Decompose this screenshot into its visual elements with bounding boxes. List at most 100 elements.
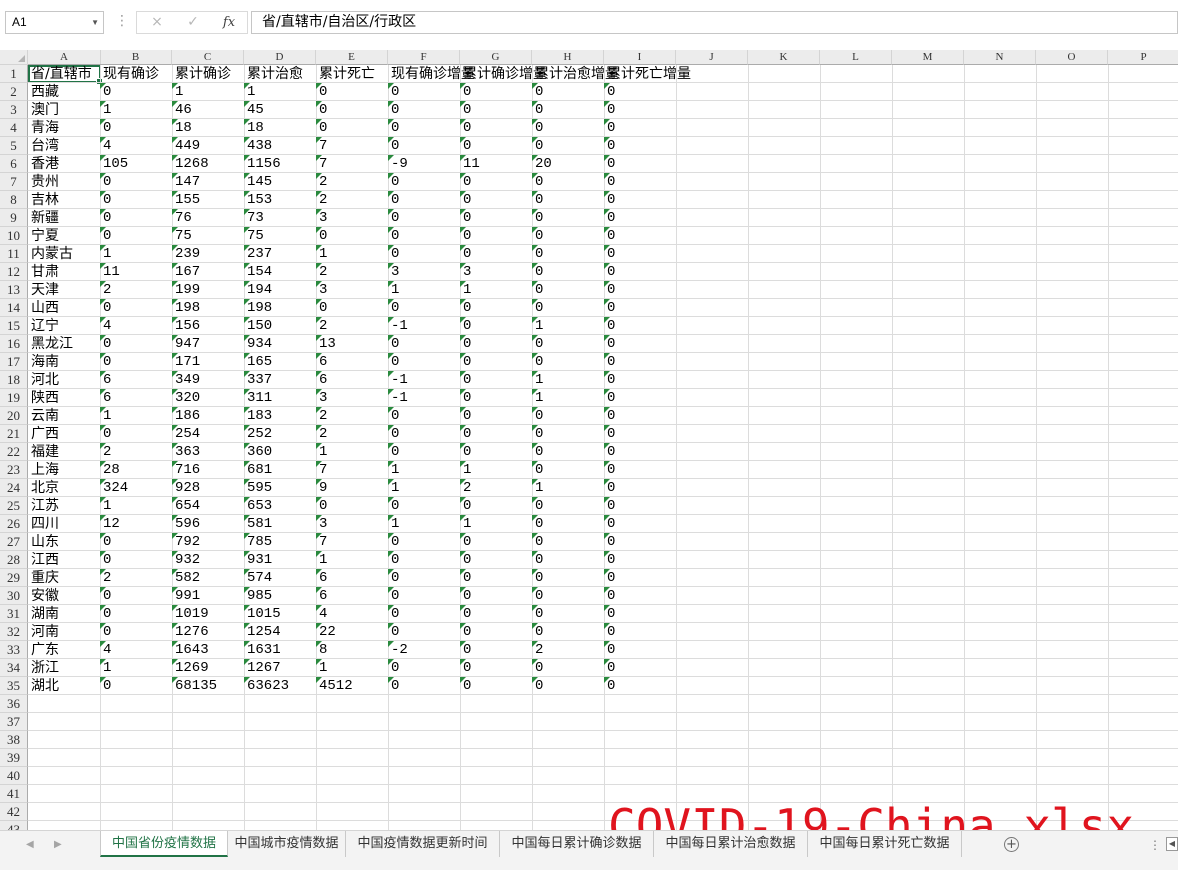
- row-header-24[interactable]: 24: [0, 479, 28, 497]
- cell-a12[interactable]: 甘肃: [28, 263, 59, 281]
- cell-i35[interactable]: 0: [604, 677, 615, 695]
- cell-i17[interactable]: 0: [604, 353, 615, 371]
- cell-d7[interactable]: 145: [244, 173, 272, 191]
- row-header-36[interactable]: 36: [0, 695, 28, 713]
- cell-g6[interactable]: 11: [460, 155, 480, 173]
- cell-a5[interactable]: 台湾: [28, 137, 59, 155]
- cell-g3[interactable]: 0: [460, 101, 471, 119]
- cell-a27[interactable]: 山东: [28, 533, 59, 551]
- row-header-40[interactable]: 40: [0, 767, 28, 785]
- row-header-39[interactable]: 39: [0, 749, 28, 767]
- cell-a24[interactable]: 北京: [28, 479, 59, 497]
- cell-a4[interactable]: 青海: [28, 119, 59, 137]
- cell-f32[interactable]: 0: [388, 623, 399, 641]
- cell-f21[interactable]: 0: [388, 425, 399, 443]
- cell-b17[interactable]: 0: [100, 353, 111, 371]
- cell-g26[interactable]: 1: [460, 515, 471, 533]
- cell-c27[interactable]: 792: [172, 533, 200, 551]
- cell-d16[interactable]: 934: [244, 335, 272, 353]
- cell-c35[interactable]: 68135: [172, 677, 217, 695]
- cell-b24[interactable]: 324: [100, 479, 128, 497]
- cell-d17[interactable]: 165: [244, 353, 272, 371]
- cell-e7[interactable]: 2: [316, 173, 327, 191]
- cell-g2[interactable]: 0: [460, 83, 471, 101]
- row-header-6[interactable]: 6: [0, 155, 28, 173]
- cell-a11[interactable]: 内蒙古: [28, 245, 73, 263]
- column-header-b[interactable]: B: [100, 50, 172, 65]
- cell-e14[interactable]: 0: [316, 299, 327, 317]
- sheet-tab-3[interactable]: 中国疫情数据更新时间: [346, 831, 500, 857]
- cell-d5[interactable]: 438: [244, 137, 272, 155]
- row-header-27[interactable]: 27: [0, 533, 28, 551]
- cell-e20[interactable]: 2: [316, 407, 327, 425]
- row-header-18[interactable]: 18: [0, 371, 28, 389]
- column-header-c[interactable]: C: [172, 50, 244, 65]
- cell-e10[interactable]: 0: [316, 227, 327, 245]
- cell-d12[interactable]: 154: [244, 263, 272, 281]
- cell-f23[interactable]: 1: [388, 461, 399, 479]
- row-header-16[interactable]: 16: [0, 335, 28, 353]
- cell-f19[interactable]: -1: [388, 389, 408, 407]
- cancel-icon[interactable]: ×: [145, 12, 169, 33]
- cell-g19[interactable]: 0: [460, 389, 471, 407]
- cell-e29[interactable]: 6: [316, 569, 327, 587]
- insert-function-button[interactable]: fx: [217, 12, 241, 33]
- name-box[interactable]: A1 ▼: [5, 11, 104, 34]
- cell-c11[interactable]: 239: [172, 245, 200, 263]
- cell-i29[interactable]: 0: [604, 569, 615, 587]
- cell-a19[interactable]: 陕西: [28, 389, 59, 407]
- row-header-42[interactable]: 42: [0, 803, 28, 821]
- cell-b6[interactable]: 105: [100, 155, 128, 173]
- cell-e23[interactable]: 7: [316, 461, 327, 479]
- cell-a26[interactable]: 四川: [28, 515, 59, 533]
- cell-e3[interactable]: 0: [316, 101, 327, 119]
- cell-f6[interactable]: -9: [388, 155, 408, 173]
- cell-i4[interactable]: 0: [604, 119, 615, 137]
- cell-b34[interactable]: 1: [100, 659, 111, 677]
- cell-a9[interactable]: 新疆: [28, 209, 59, 227]
- column-header-h[interactable]: H: [532, 50, 604, 65]
- cell-b1[interactable]: 现有确诊: [100, 65, 159, 83]
- cell-g29[interactable]: 0: [460, 569, 471, 587]
- row-header-10[interactable]: 10: [0, 227, 28, 245]
- cell-c3[interactable]: 46: [172, 101, 192, 119]
- cell-b35[interactable]: 0: [100, 677, 111, 695]
- cell-c13[interactable]: 199: [172, 281, 200, 299]
- cell-e30[interactable]: 6: [316, 587, 327, 605]
- cell-g11[interactable]: 0: [460, 245, 471, 263]
- cell-h10[interactable]: 0: [532, 227, 543, 245]
- cell-a20[interactable]: 云南: [28, 407, 59, 425]
- row-header-30[interactable]: 30: [0, 587, 28, 605]
- cell-h5[interactable]: 0: [532, 137, 543, 155]
- select-all-corner[interactable]: [0, 50, 28, 65]
- cell-e31[interactable]: 4: [316, 605, 327, 623]
- cell-c19[interactable]: 320: [172, 389, 200, 407]
- cell-e4[interactable]: 0: [316, 119, 327, 137]
- row-header-37[interactable]: 37: [0, 713, 28, 731]
- cell-h2[interactable]: 0: [532, 83, 543, 101]
- cell-d9[interactable]: 73: [244, 209, 264, 227]
- cell-c31[interactable]: 1019: [172, 605, 209, 623]
- cell-e11[interactable]: 1: [316, 245, 327, 263]
- cell-h31[interactable]: 0: [532, 605, 543, 623]
- cell-e16[interactable]: 13: [316, 335, 336, 353]
- cell-a28[interactable]: 江西: [28, 551, 59, 569]
- cell-d21[interactable]: 252: [244, 425, 272, 443]
- row-header-35[interactable]: 35: [0, 677, 28, 695]
- cell-c9[interactable]: 76: [172, 209, 192, 227]
- cell-h25[interactable]: 0: [532, 497, 543, 515]
- cell-c17[interactable]: 171: [172, 353, 200, 371]
- cell-g15[interactable]: 0: [460, 317, 471, 335]
- cell-b12[interactable]: 11: [100, 263, 120, 281]
- cell-d3[interactable]: 45: [244, 101, 264, 119]
- cell-a23[interactable]: 上海: [28, 461, 59, 479]
- cell-i2[interactable]: 0: [604, 83, 615, 101]
- cell-i20[interactable]: 0: [604, 407, 615, 425]
- row-header-20[interactable]: 20: [0, 407, 28, 425]
- cell-h17[interactable]: 0: [532, 353, 543, 371]
- cell-c10[interactable]: 75: [172, 227, 192, 245]
- cell-a7[interactable]: 贵州: [28, 173, 59, 191]
- cell-c12[interactable]: 167: [172, 263, 200, 281]
- cell-i16[interactable]: 0: [604, 335, 615, 353]
- cell-e15[interactable]: 2: [316, 317, 327, 335]
